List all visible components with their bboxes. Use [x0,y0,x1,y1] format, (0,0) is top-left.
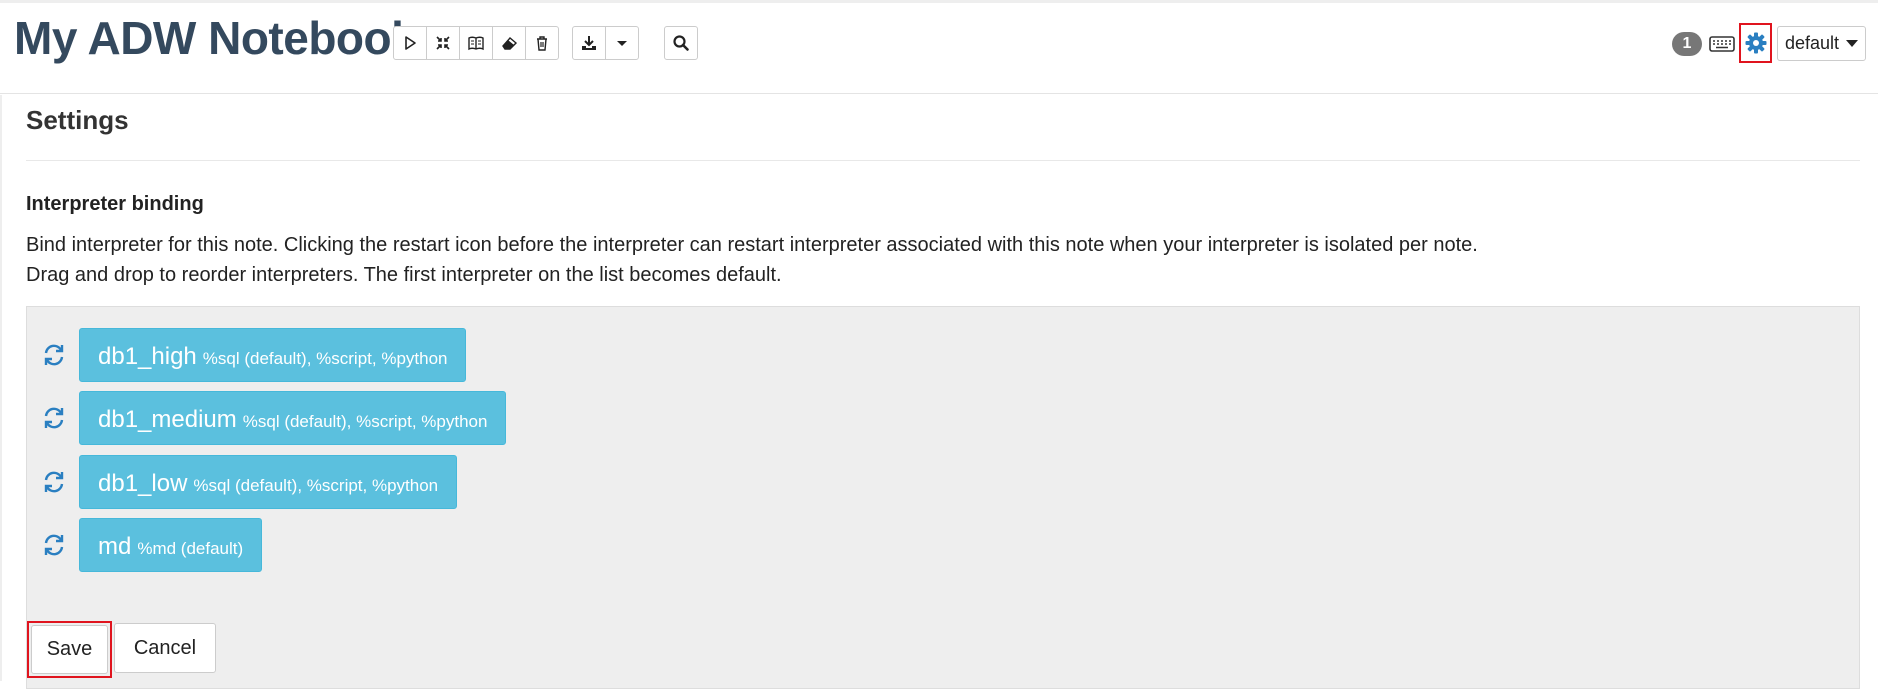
interpreter-chip-db1-high[interactable]: db1_high %sql (default), %script, %pytho… [79,328,467,382]
save-button[interactable]: Save [31,625,108,674]
cancel-button[interactable]: Cancel [114,623,216,673]
interpreter-chip-md[interactable]: md %md (default) [79,518,263,572]
refresh-icon [44,344,64,366]
search-toolbar [664,26,698,60]
mode-dropdown[interactable]: default [1777,26,1866,61]
collapse-all-button[interactable] [426,26,460,60]
export-dropdown-button[interactable] [605,26,639,60]
interpreter-name: db1_high [98,343,197,370]
interpreter-chip-db1-low[interactable]: db1_low %sql (default), %script, %python [79,455,458,509]
export-button[interactable] [572,26,606,60]
interpreter-list: db1_high %sql (default), %script, %pytho… [26,306,1860,689]
search-icon [673,35,689,51]
connected-users-badge: 1 [1672,32,1702,56]
interpreter-binding-title: Interpreter binding [26,193,204,215]
export-toolbar [572,26,639,60]
mode-dropdown-label: default [1784,33,1840,53]
keyboard-shortcuts-button[interactable] [1708,31,1736,57]
show-code-button[interactable] [459,26,493,60]
run-all-button[interactable] [393,26,427,60]
search-button[interactable] [664,26,698,60]
chevron-down-icon [1846,40,1859,47]
settings-title: Settings [26,105,129,135]
book-icon [468,36,484,51]
interpreter-tags: %md (default) [137,539,244,558]
gear-icon [1745,32,1766,54]
interpreter-chip-db1-medium[interactable]: db1_medium %sql (default), %script, %pyt… [79,391,507,445]
settings-divider [26,160,1860,161]
interpreter-binding-description: Bind interpreter for this note. Clicking… [26,234,1478,256]
notebook-header: My ADW Notebook 1 default [0,0,1878,94]
interpreter-name: db1_medium [98,406,237,433]
clear-output-button[interactable] [492,26,526,60]
restart-interpreter-button[interactable] [41,532,67,558]
run-all-icon [405,36,416,50]
interpreter-tags: %sql (default), %script, %python [242,412,488,431]
keyboard-icon [1709,36,1735,52]
trash-icon [537,36,547,51]
interpreter-tags: %sql (default), %script, %python [193,476,439,495]
dropdown-caret-icon [617,41,627,46]
interpreter-name: md [98,533,132,560]
interpreter-reorder-hint: Drag and drop to reorder interpreters. T… [26,264,782,286]
refresh-icon [44,471,64,493]
restart-interpreter-button[interactable] [41,469,67,495]
clear-notebook-button[interactable] [525,26,559,60]
restart-interpreter-button[interactable] [41,342,67,368]
restart-interpreter-button[interactable] [41,405,67,431]
download-icon [582,36,596,50]
settings-panel: Settings Interpreter binding Bind interp… [0,95,1878,689]
notebook-settings-button[interactable] [1739,23,1772,63]
notebook-title[interactable]: My ADW Notebook [14,11,417,65]
save-button-highlight: Save [27,621,112,678]
refresh-icon [44,407,64,429]
collapse-icon [436,36,450,50]
interpreter-name: db1_low [98,470,188,497]
interpreter-tags: %sql (default), %script, %python [202,349,448,368]
notebook-actions-toolbar [393,26,559,60]
eraser-icon [502,37,518,50]
refresh-icon [44,534,64,556]
